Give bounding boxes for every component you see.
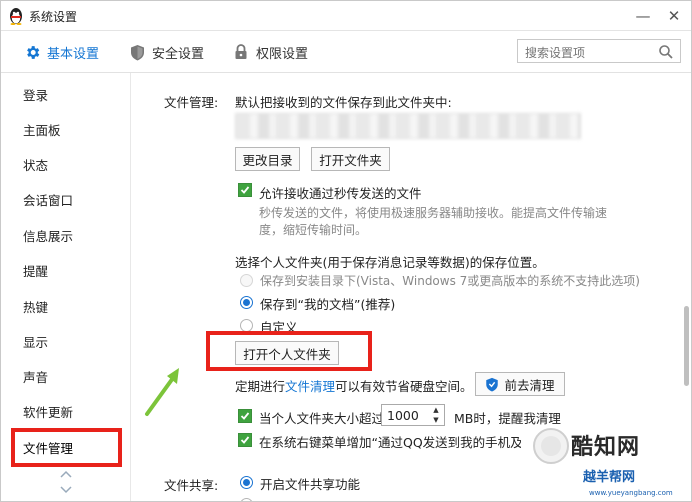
sidebar-item-login[interactable]: 登录 — [1, 77, 131, 111]
search-icon[interactable] — [658, 44, 674, 60]
sidebar-item-sound[interactable]: 声音 — [1, 359, 131, 393]
open-folder-button[interactable]: 打开文件夹 — [311, 147, 390, 171]
clean-prefix: 定期进行 — [235, 379, 286, 394]
stepper-down-icon[interactable]: ▼ — [433, 416, 438, 424]
go-clean-button[interactable]: 前去清理 — [475, 372, 565, 396]
content-scrollbar[interactable] — [680, 73, 691, 501]
context-menu-checkbox[interactable] — [238, 433, 252, 447]
sidebar-item-main-panel[interactable]: 主面板 — [1, 112, 131, 146]
tab-label: 安全设置 — [152, 46, 205, 62]
sidebar-item-label: 主面板 — [23, 122, 61, 138]
sidebar-item-label: 信息展示 — [23, 228, 74, 244]
context-menu-label: 在系统右键菜单增加“通过QQ发送到我的手机及好友” — [259, 435, 521, 450]
radio-my-docs-label: 保存到“我的文档”(推荐) — [260, 297, 396, 312]
file-manage-section-label: 文件管理: — [164, 95, 219, 110]
sidebar-item-hotkey[interactable]: 热键 — [1, 289, 131, 323]
shield-icon — [486, 377, 499, 392]
file-share-section-label: 文件共享: — [164, 478, 219, 493]
go-clean-label: 前去清理 — [504, 377, 555, 393]
minimize-button[interactable]: — — [631, 4, 655, 28]
size-check-checkbox[interactable] — [238, 409, 252, 423]
file-clean-hint: 定期进行文件清理可以有效节省硬盘空间。 — [235, 376, 473, 395]
chevron-down-icon[interactable] — [59, 485, 73, 495]
tab-permission-settings[interactable]: 权限设置 — [232, 31, 308, 73]
highlight-box — [206, 331, 372, 371]
sidebar-item-label: 显示 — [23, 334, 49, 350]
size-check-prefix: 当个人文件夹大小超过 — [259, 411, 385, 426]
personal-folder-title: 选择个人文件夹(用于保存消息记录等数据)的保存位置。 — [235, 255, 545, 270]
chevron-up-icon[interactable] — [59, 469, 73, 479]
title-bar: 系统设置 — ✕ — [1, 1, 691, 31]
save-path-field[interactable] — [235, 113, 581, 139]
lock-icon — [232, 43, 250, 61]
tab-security-settings[interactable]: 安全设置 — [128, 31, 204, 73]
sidebar-item-label: 登录 — [23, 87, 49, 103]
sidebar-item-label: 软件更新 — [23, 404, 74, 420]
sidebar-item-label: 提醒 — [23, 263, 49, 279]
allow-flash-desc-line2: 度，缩短传输时间。 — [259, 223, 368, 237]
watermark-logo — [533, 428, 569, 464]
enable-share-label: 开启文件共享功能 — [260, 477, 361, 492]
size-limit-stepper[interactable]: ▲ ▼ — [429, 405, 443, 425]
watermark-sub-text: 越羊帮网 — [583, 470, 636, 485]
scrollbar-thumb[interactable] — [684, 306, 689, 386]
settings-window: 系统设置 — ✕ 基本设置 安全设置 权限设置 登录 主面板 状态 — [0, 0, 692, 502]
sidebar-item-label: 状态 — [23, 157, 49, 173]
change-dir-button[interactable]: 更改目录 — [235, 147, 300, 171]
size-check-suffix: MB时，提醒我清理 — [454, 411, 561, 426]
qq-penguin-icon — [10, 8, 22, 25]
allow-flash-label: 允许接收通过秒传发送的文件 — [259, 186, 422, 201]
gear-icon — [23, 43, 41, 61]
radio-install-dir[interactable] — [240, 274, 253, 287]
stepper-up-icon[interactable]: ▲ — [433, 406, 438, 414]
watermark-logo-text: 酷知网 — [571, 435, 641, 460]
sidebar-item-label: 声音 — [23, 369, 49, 385]
sidebar-item-label: 热键 — [23, 299, 49, 315]
sidebar-item-chat-window[interactable]: 会话窗口 — [1, 182, 131, 216]
sidebar-item-label: 会话窗口 — [23, 192, 74, 208]
sidebar-item-reminder[interactable]: 提醒 — [1, 253, 131, 287]
radio-my-docs[interactable] — [240, 296, 253, 309]
tab-label: 权限设置 — [256, 46, 309, 62]
sidebar-item-display[interactable]: 显示 — [1, 324, 131, 358]
sidebar-item-status[interactable]: 状态 — [1, 147, 131, 181]
tab-basic-settings[interactable]: 基本设置 — [23, 31, 99, 73]
search-input[interactable] — [517, 39, 681, 63]
window-title: 系统设置 — [29, 10, 78, 24]
sidebar-highlight-box — [11, 428, 122, 467]
green-arrow-annotation — [145, 368, 179, 416]
watermark-url: www.yueyangbang.com — [589, 489, 673, 497]
default-save-text: 默认把接收到的文件保存到此文件夹中: — [235, 95, 452, 110]
close-button[interactable]: ✕ — [662, 4, 686, 28]
radio-enable-share[interactable] — [240, 476, 253, 489]
allow-flash-checkbox[interactable] — [238, 183, 252, 197]
sidebar-item-software-update[interactable]: 软件更新 — [1, 394, 131, 428]
allow-flash-desc-line1: 秒传发送的文件，将使用极速服务器辅助接收。能提高文件传输速 — [259, 206, 608, 220]
tab-label: 基本设置 — [47, 46, 100, 62]
file-clean-link[interactable]: 文件清理 — [285, 379, 335, 394]
sidebar-item-info-display[interactable]: 信息展示 — [1, 218, 131, 252]
clean-suffix: 可以有效节省硬盘空间。 — [335, 379, 473, 394]
radio-install-dir-label: 保存到安装目录下(Vista、Windows 7或更高版本的系统不支持此选项) — [260, 274, 640, 288]
shield-icon — [128, 43, 146, 61]
